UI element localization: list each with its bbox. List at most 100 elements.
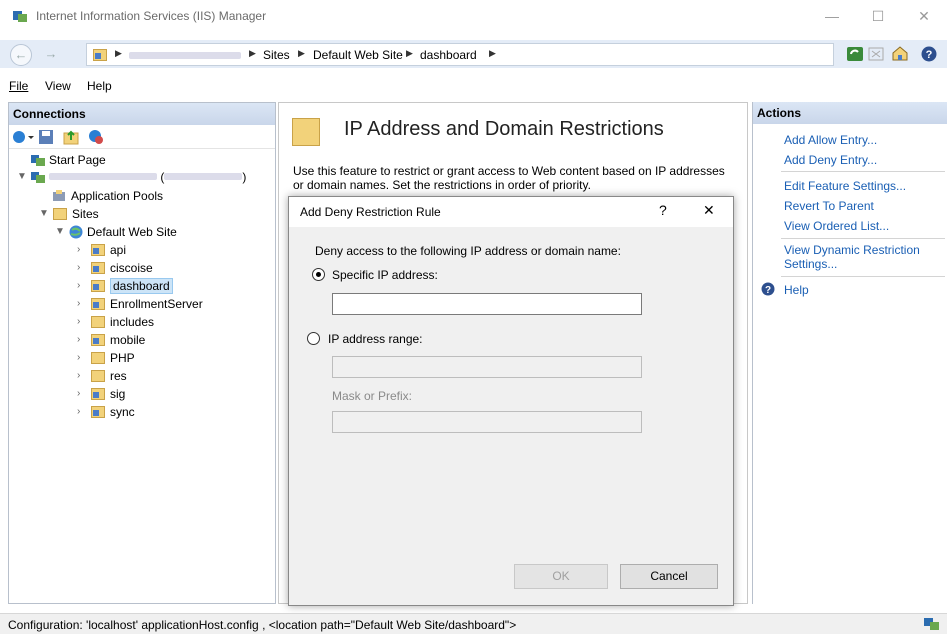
status-text: Configuration: 'localhost' applicationHo… bbox=[8, 618, 517, 632]
redacted-server-name bbox=[49, 173, 157, 180]
action-view-ordered-list[interactable]: View Ordered List... bbox=[784, 219, 889, 233]
save-icon[interactable] bbox=[38, 129, 54, 145]
breadcrumb-sites[interactable]: Sites bbox=[263, 48, 290, 62]
expand-chevron-icon[interactable]: › bbox=[77, 406, 80, 417]
collapse-chevron-icon[interactable]: ▼ bbox=[17, 171, 27, 182]
collapse-chevron-icon[interactable]: ▼ bbox=[55, 226, 65, 237]
specific-ip-radio[interactable] bbox=[312, 268, 325, 281]
actions-divider bbox=[781, 238, 945, 239]
ip-range-radio[interactable] bbox=[307, 332, 320, 345]
expand-chevron-icon[interactable]: › bbox=[77, 370, 80, 381]
tree-label: api bbox=[110, 243, 127, 257]
breadcrumb-arrow-icon[interactable]: ▶ bbox=[298, 48, 305, 59]
add-deny-rule-dialog: Add Deny Restriction Rule ? ✕ Deny acces… bbox=[288, 196, 734, 606]
ip-restrictions-feature-icon bbox=[292, 118, 320, 146]
breadcrumb-dashboard[interactable]: dashboard bbox=[420, 48, 477, 62]
actions-panel: Actions Add Allow Entry... Add Deny Entr… bbox=[752, 102, 947, 604]
tree-server[interactable]: ▼ () bbox=[17, 170, 246, 188]
tree-item-sig[interactable]: › sig bbox=[77, 387, 126, 405]
action-add-deny-entry[interactable]: Add Deny Entry... bbox=[784, 153, 877, 167]
menu-file[interactable]: File bbox=[9, 79, 28, 93]
expand-chevron-icon[interactable]: › bbox=[77, 334, 80, 345]
app-folder-icon bbox=[91, 334, 105, 346]
expand-chevron-icon[interactable]: › bbox=[77, 388, 80, 399]
tree-item-mobile[interactable]: › mobile bbox=[77, 333, 145, 351]
tree-item-dashboard[interactable]: › dashboard bbox=[77, 278, 173, 297]
help-icon[interactable]: ? bbox=[920, 45, 938, 63]
expand-chevron-icon[interactable]: › bbox=[77, 352, 80, 363]
breadcrumb-default-web-site[interactable]: Default Web Site bbox=[313, 48, 403, 62]
tree-item-includes[interactable]: › includes bbox=[77, 315, 154, 333]
actions-title: Actions bbox=[753, 102, 947, 124]
tree-item-php[interactable]: › PHP bbox=[77, 351, 135, 369]
title-bar: Internet Information Services (IIS) Mana… bbox=[0, 0, 947, 32]
menu-help[interactable]: Help bbox=[87, 79, 112, 93]
action-add-allow-entry[interactable]: Add Allow Entry... bbox=[784, 133, 877, 147]
expand-chevron-icon[interactable]: › bbox=[77, 262, 80, 273]
dialog-close-button[interactable]: ✕ bbox=[703, 202, 715, 219]
action-view-dynamic-restriction-settings[interactable]: View Dynamic Restriction Settings... bbox=[784, 243, 934, 271]
collapse-chevron-icon[interactable]: ▼ bbox=[39, 208, 49, 219]
specific-ip-label[interactable]: Specific IP address: bbox=[332, 268, 438, 282]
folder-icon bbox=[91, 316, 105, 328]
specific-ip-input[interactable] bbox=[332, 293, 642, 315]
connections-panel: Connections Start Page ▼ () Application … bbox=[8, 102, 276, 604]
expand-chevron-icon[interactable]: › bbox=[77, 316, 80, 327]
refresh-icon[interactable] bbox=[846, 45, 864, 63]
tree-item-sync[interactable]: › sync bbox=[77, 405, 135, 423]
minimize-button[interactable]: — bbox=[809, 0, 855, 32]
tree-default-web-site[interactable]: ▼ Default Web Site bbox=[55, 225, 177, 243]
tree-label: Sites bbox=[72, 207, 99, 221]
tree-label: Default Web Site bbox=[87, 225, 177, 239]
expand-chevron-icon[interactable]: › bbox=[77, 298, 80, 309]
breadcrumb-arrow-icon[interactable]: ▶ bbox=[249, 48, 256, 59]
sites-folder-icon bbox=[53, 208, 67, 220]
expand-chevron-icon[interactable]: › bbox=[77, 244, 80, 255]
tree-label: Application Pools bbox=[71, 189, 164, 203]
action-edit-feature-settings[interactable]: Edit Feature Settings... bbox=[784, 179, 906, 193]
mask-prefix-input[interactable] bbox=[332, 411, 642, 433]
expand-chevron-icon[interactable]: › bbox=[77, 280, 80, 291]
tree-start-page[interactable]: Start Page bbox=[31, 153, 106, 171]
connect-icon[interactable] bbox=[12, 129, 34, 145]
disconnect-icon[interactable] bbox=[88, 129, 104, 145]
tree-label: sig bbox=[110, 387, 126, 401]
server-status-icon bbox=[924, 618, 939, 630]
tree-item-ciscoise[interactable]: › ciscoise bbox=[77, 261, 153, 279]
action-help[interactable]: Help bbox=[784, 283, 809, 297]
home-icon[interactable] bbox=[891, 44, 909, 62]
tree-item-res[interactable]: › res bbox=[77, 369, 127, 387]
breadcrumb-arrow-icon[interactable]: ▶ bbox=[489, 48, 496, 59]
tree-label: PHP bbox=[110, 351, 135, 365]
tree-item-enrollmentserver[interactable]: › EnrollmentServer bbox=[77, 297, 203, 315]
ok-button[interactable]: OK bbox=[514, 564, 608, 589]
redacted-server-name bbox=[129, 52, 241, 59]
tree-item-api[interactable]: › api bbox=[77, 243, 127, 261]
iis-app-icon bbox=[13, 11, 27, 22]
tree-label: ciscoise bbox=[110, 261, 153, 275]
dialog-prompt: Deny access to the following IP address … bbox=[315, 244, 621, 258]
action-revert-to-parent[interactable]: Revert To Parent bbox=[784, 199, 874, 213]
maximize-button[interactable]: ☐ bbox=[855, 0, 901, 32]
up-folder-icon[interactable] bbox=[63, 129, 79, 145]
app-pools-icon bbox=[53, 190, 65, 201]
breadcrumb-arrow-icon[interactable]: ▶ bbox=[406, 48, 413, 59]
forward-arrow-icon[interactable]: → bbox=[40, 44, 62, 66]
stop-icon[interactable] bbox=[867, 45, 885, 63]
tree-label: dashboard bbox=[110, 278, 173, 294]
dialog-help-button[interactable]: ? bbox=[659, 202, 667, 218]
help-circle-icon: ? bbox=[761, 282, 775, 296]
back-arrow-icon[interactable]: ← bbox=[10, 44, 32, 66]
breadcrumb-arrow-icon[interactable]: ▶ bbox=[115, 48, 122, 59]
ip-range-label[interactable]: IP address range: bbox=[328, 332, 423, 346]
cancel-button[interactable]: Cancel bbox=[620, 564, 718, 589]
breadcrumb[interactable]: ▶ ▶ Sites ▶ Default Web Site ▶ dashboard… bbox=[86, 43, 834, 66]
tree-sites[interactable]: ▼ Sites bbox=[39, 207, 99, 225]
app-folder-icon bbox=[91, 262, 105, 274]
menu-view[interactable]: View bbox=[45, 79, 71, 93]
dialog-title: Add Deny Restriction Rule bbox=[300, 205, 441, 219]
close-window-button[interactable]: ✕ bbox=[901, 0, 947, 32]
ip-range-input[interactable] bbox=[332, 356, 642, 378]
tree-label: sync bbox=[110, 405, 135, 419]
tree-application-pools[interactable]: Application Pools bbox=[53, 189, 163, 207]
